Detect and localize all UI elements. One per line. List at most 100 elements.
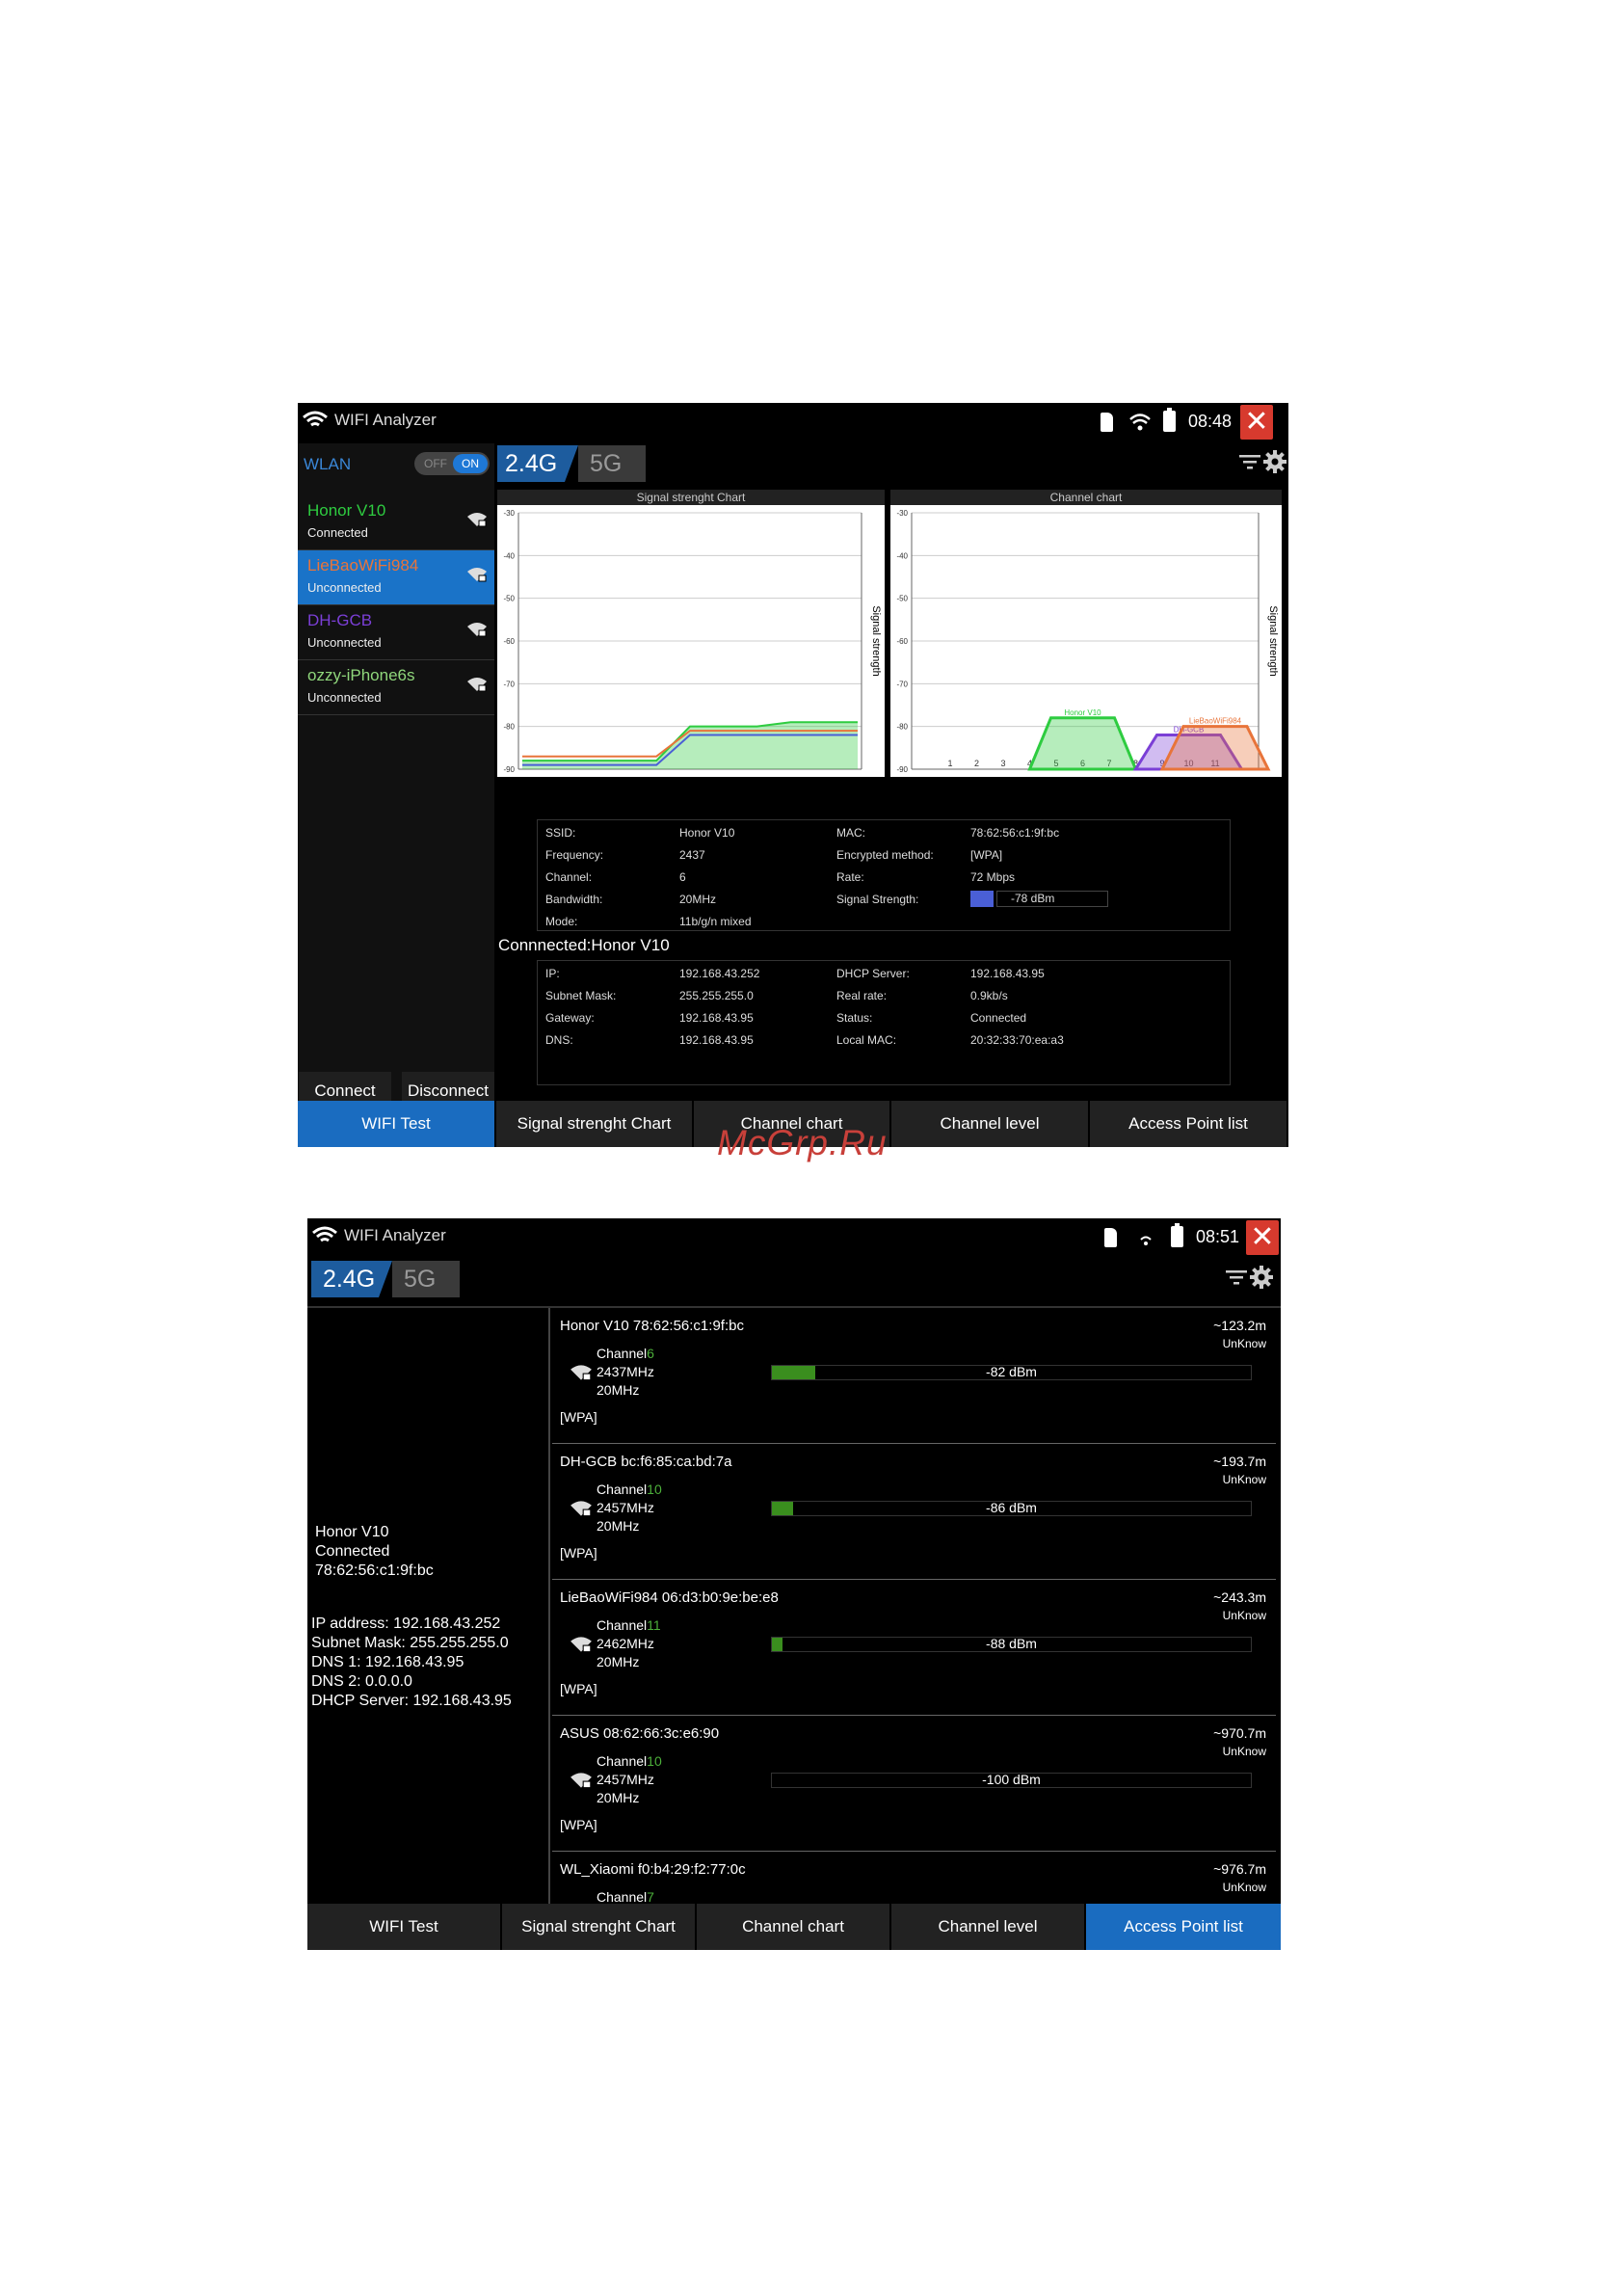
ap-distance: ~123.2m (1213, 1318, 1266, 1333)
tab-2-4g[interactable]: 2.4G (497, 445, 565, 482)
ap-channel-label: Channel11 (597, 1617, 661, 1633)
ap-frequency: 2457MHz (597, 1500, 654, 1515)
tab-2-4g[interactable]: 2.4G (311, 1261, 379, 1297)
side-network-mac: 78:62:56:c1:9f:bc (315, 1562, 434, 1579)
signal-dbm: -82 dBm (986, 1364, 1037, 1379)
signal-level-bar: -82 dBm (771, 1364, 1252, 1380)
channel-label-text: Channel (597, 1482, 648, 1497)
y-tick-label: -90 (503, 765, 515, 774)
network-item[interactable]: Honor V10 Connected (298, 495, 494, 550)
network-item[interactable]: ozzy-iPhone6s Unconnected (298, 660, 494, 715)
network-status: Unconnected (307, 635, 382, 650)
nav-channel-chart[interactable]: Channel chart (697, 1904, 891, 1950)
title-bar: WIFI Analyzer 08:48 ✕ (298, 403, 1288, 443)
chart-title: Signal strenght Chart (497, 490, 885, 505)
network-item[interactable]: DH-GCB Unconnected (298, 605, 494, 660)
wifi-lock-icon (570, 1365, 592, 1381)
network-ssid: ozzy-iPhone6s (307, 666, 415, 684)
band-tabs: 2.4G 5G (497, 445, 661, 482)
network-details-box: SSID: Honor V10 Frequency: 2437 Channel:… (537, 819, 1231, 931)
close-button[interactable]: ✕ (1246, 1220, 1279, 1255)
band-tabs: 2.4G 5G (311, 1261, 475, 1297)
filter-icon[interactable] (1224, 1267, 1249, 1288)
ap-header: ASUS 08:62:66:3c:e6:90 (560, 1725, 720, 1742)
y-tick-label: -70 (896, 680, 908, 688)
y-tick-label: -90 (896, 765, 908, 774)
nav-access-point-list[interactable]: Access Point list (1090, 1101, 1288, 1147)
connection-info-box: IP: 192.168.43.252 Subnet Mask: 255.255.… (537, 960, 1231, 1085)
signal-strength-label: Signal Strength: (836, 893, 919, 906)
side-dns2: DNS 2: 0.0.0.0 (311, 1673, 412, 1690)
channel-value: 6 (679, 870, 686, 884)
tab-5g[interactable]: 5G (392, 1261, 460, 1297)
nav-wifi-test[interactable]: WIFI Test (307, 1904, 502, 1950)
network-sidebar: WLAN OFF ON Honor V10 Connected LieBaoWi… (298, 443, 494, 1110)
series-area (522, 722, 858, 769)
ap-encryption: [WPA] (560, 1545, 597, 1561)
wifi-status-icon (1129, 414, 1151, 431)
nav-access-point-list[interactable]: Access Point list (1086, 1904, 1281, 1950)
x-tick-label: 1 (947, 759, 952, 768)
access-point-list-screen: WIFI Analyzer 08:51 ✕ 2.4G 5G Honor V10 … (307, 1218, 1281, 1950)
nav-wifi-test[interactable]: WIFI Test (298, 1101, 496, 1147)
ap-encryption: [WPA] (560, 1681, 597, 1696)
ap-vendor: UnKnow (1222, 1881, 1266, 1894)
ap-distance: ~976.7m (1213, 1861, 1266, 1877)
status-label: Status: (836, 1011, 873, 1025)
ap-bandwidth: 20MHz (597, 1790, 640, 1805)
clock: 08:48 (1188, 412, 1233, 431)
tab-divider (379, 1261, 392, 1297)
channel-curve-label: LieBaoWiFi984 (1189, 717, 1242, 726)
network-ssid: DH-GCB (307, 611, 373, 629)
ap-vendor: UnKnow (1222, 1473, 1266, 1486)
dns-value: 192.168.43.95 (679, 1033, 754, 1047)
ap-vendor: UnKnow (1222, 1337, 1266, 1350)
mac-label: MAC: (836, 826, 865, 840)
access-point-item[interactable]: Honor V10 78:62:56:c1:9f:bc ~123.2m UnKnow… (552, 1308, 1276, 1444)
signal-dbm: -88 dBm (986, 1636, 1037, 1651)
mode-value: 11b/g/n mixed (679, 915, 752, 928)
status-value: Connected (970, 1011, 1027, 1025)
settings-gear-icon[interactable] (1249, 1265, 1274, 1290)
access-point-item[interactable]: ASUS 08:62:66:3c:e6:90 ~970.7m UnKnow Chann… (552, 1716, 1276, 1852)
network-status: Unconnected (307, 580, 382, 595)
frequency-label: Frequency: (545, 848, 604, 862)
channel-number: 10 (647, 1753, 662, 1769)
settings-gear-icon[interactable] (1262, 449, 1287, 474)
filter-icon[interactable] (1237, 451, 1262, 472)
ap-encryption: [WPA] (560, 1409, 597, 1425)
y-tick-label: -50 (503, 595, 515, 603)
dhcp-label: DHCP Server: (836, 967, 910, 980)
access-point-item[interactable]: LieBaoWiFi984 06:d3:b0:9e:be:e8 ~243.3m Un… (552, 1580, 1276, 1716)
wlan-toggle[interactable]: OFF ON (414, 452, 490, 475)
wifi-lock-icon (467, 623, 487, 637)
y-tick-label: -40 (896, 551, 908, 560)
nav-channel-level[interactable]: Channel level (891, 1101, 1090, 1147)
local-mac-value: 20:32:33:70:ea:a3 (970, 1033, 1064, 1047)
nav-signal-chart[interactable]: Signal strenght Chart (502, 1904, 697, 1950)
nav-channel-level[interactable]: Channel level (891, 1904, 1086, 1950)
nav-signal-chart[interactable]: Signal strenght Chart (496, 1101, 694, 1147)
ap-frequency: 2462MHz (597, 1636, 654, 1651)
network-ssid: Honor V10 (307, 501, 386, 520)
y-tick-label: -70 (503, 680, 515, 688)
toggle-on-label: ON (453, 454, 488, 473)
ap-bandwidth: 20MHz (597, 1518, 640, 1534)
ap-vendor: UnKnow (1222, 1609, 1266, 1622)
rate-label: Rate: (836, 870, 864, 884)
channel-label-text: Channel (597, 1753, 648, 1769)
ap-bandwidth: 20MHz (597, 1654, 640, 1669)
network-item[interactable]: LieBaoWiFi984 Unconnected (298, 550, 494, 605)
ip-label: IP: (545, 967, 560, 980)
side-dhcp: DHCP Server: 192.168.43.95 (311, 1693, 512, 1709)
access-point-item[interactable]: WL_Xiaomi f0:b4:29:f2:77:0c ~976.7m UnKnow… (552, 1852, 1276, 1904)
y-axis-label: Signal strength (870, 605, 882, 676)
x-tick-label: 3 (1000, 759, 1005, 768)
access-point-item[interactable]: DH-GCB bc:f6:85:ca:bd:7a ~193.7m UnKnow Cha… (552, 1444, 1276, 1580)
close-button[interactable]: ✕ (1240, 405, 1273, 440)
side-dns1: DNS 1: 192.168.43.95 (311, 1654, 464, 1670)
x-tick-label: 2 (974, 759, 979, 768)
tab-5g[interactable]: 5G (578, 445, 646, 482)
channel-curve-label: Honor V10 (1064, 708, 1101, 717)
ssid-label: SSID: (545, 826, 576, 840)
